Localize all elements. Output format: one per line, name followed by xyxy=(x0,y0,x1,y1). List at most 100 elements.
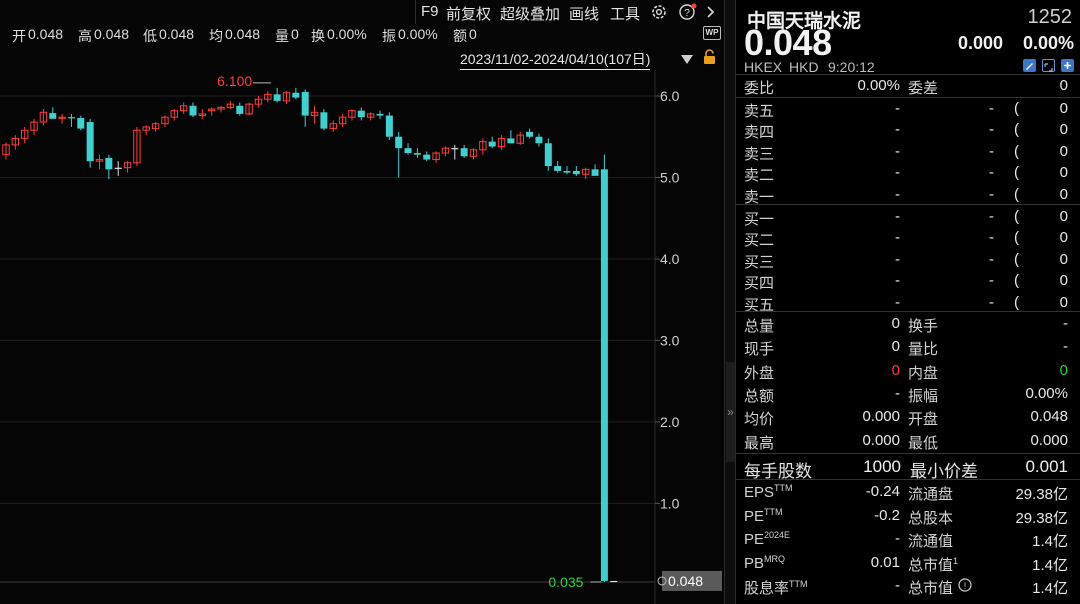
draw-line-button[interactable]: 画线 xyxy=(569,3,599,24)
kline-chart-panel[interactable]: 6.0 5.0 4.0 3.0 2.0 1.0 6.100 0.035 0.048 F9 前复权… xyxy=(0,0,724,604)
dropdown-triangle-icon[interactable] xyxy=(681,52,693,70)
fund-label-suffix: TTM xyxy=(789,579,808,590)
candle-body xyxy=(423,154,431,160)
ask-price: - xyxy=(895,100,900,117)
candle-body xyxy=(460,148,468,157)
stat-label: 总量 xyxy=(744,318,775,335)
trade-stat-row: 最高 0.000 最低 0.000 xyxy=(736,430,1080,453)
fund-value: 1.4亿 xyxy=(1032,556,1068,574)
fund-value: 0.01 xyxy=(870,553,900,571)
stat-label: 均价 xyxy=(744,411,775,429)
date-range-text[interactable]: 2023/11/02-2024/04/10(107日) xyxy=(460,49,651,70)
fund-value: 1.4亿 xyxy=(1032,580,1068,598)
candle-body xyxy=(67,117,75,119)
date-range-selector[interactable]: 2023/11/02-2024/04/10(107日) xyxy=(440,48,724,70)
bid-order-count: 0 xyxy=(1059,272,1068,290)
expand-icon[interactable] xyxy=(1042,59,1055,72)
svg-text:!: ! xyxy=(964,581,967,591)
candle-body xyxy=(320,112,328,129)
ask-order-count: 0 xyxy=(1059,100,1068,117)
gear-icon[interactable] xyxy=(650,3,670,21)
low-value: 0.048 xyxy=(159,26,195,42)
fund-label-suffix: 2024E xyxy=(764,530,791,541)
ask-volume: - xyxy=(989,100,994,117)
candle-body xyxy=(105,157,113,170)
candle-body xyxy=(404,148,412,154)
bid-level-row: 买三 - - ( 0 xyxy=(744,250,1068,271)
fund-label: 流通值 xyxy=(908,533,954,551)
amount-value: 0 xyxy=(469,26,477,42)
currency-tag: HKD xyxy=(789,59,819,75)
stat-value: - xyxy=(895,384,900,402)
info-icon[interactable]: ! xyxy=(958,578,972,597)
fundamental-row: PETTM -0.2 总股本 29.38亿 xyxy=(736,505,1080,528)
trade-stat-row: 外盘 0 内盘 0 xyxy=(736,360,1080,383)
collapse-handle-icon[interactable]: » xyxy=(726,362,735,462)
vol-value: 0 xyxy=(291,26,299,42)
y-tick-label: 4.0 xyxy=(660,251,680,267)
stat-label: 换手 xyxy=(908,318,939,335)
candle-body xyxy=(273,94,281,101)
stat-label: 开盘 xyxy=(908,411,939,429)
weicha-value: 0 xyxy=(1059,77,1068,94)
ask-level-row: 卖五 - - ( 0 xyxy=(744,100,1068,120)
candlestick-chart[interactable]: 6.0 5.0 4.0 3.0 2.0 1.0 6.100 0.035 0.048 xyxy=(0,0,724,604)
market-tag: HKEX xyxy=(744,59,783,75)
panel-divider[interactable]: » xyxy=(724,0,736,604)
ask-level-row: 卖二 - - ( 0 xyxy=(744,164,1068,185)
y-tick-label: 5.0 xyxy=(660,169,680,185)
weibi-label: 委比 xyxy=(744,80,775,97)
wp-badge[interactable]: WP xyxy=(703,26,721,40)
weibi-value: 0.00% xyxy=(857,77,900,94)
chevron-right-icon[interactable] xyxy=(704,3,724,21)
f9-button[interactable]: F9 xyxy=(421,3,439,20)
fundamental-row: PBMRQ 0.01 总市值1 1.4亿 xyxy=(736,552,1080,575)
tools-button[interactable]: 工具 xyxy=(610,3,640,24)
fund-label: PB xyxy=(744,554,765,572)
adjust-button[interactable]: 前复权 xyxy=(446,3,491,24)
ask-order-count: 0 xyxy=(1059,121,1068,139)
candle-body xyxy=(395,136,403,149)
fund-value: 29.38亿 xyxy=(1015,486,1068,503)
candle-body xyxy=(563,170,571,173)
trade-stat-row: 总量 0 换手 - xyxy=(736,313,1080,336)
candle-body xyxy=(77,117,85,129)
ask-price: - xyxy=(895,164,900,182)
candle-body xyxy=(488,141,496,147)
overlay-button[interactable]: 超级叠加 xyxy=(500,3,560,24)
divider-line xyxy=(736,204,1080,205)
add-icon[interactable] xyxy=(1061,59,1074,72)
fund-value: - xyxy=(895,530,900,548)
stat-label: 最高 xyxy=(744,434,775,452)
candle-body xyxy=(544,143,552,167)
ask-level-label: 卖五 xyxy=(744,103,775,120)
fund-label: PE xyxy=(744,507,765,525)
lock-icon[interactable] xyxy=(702,49,718,70)
svg-text:?: ? xyxy=(684,8,690,19)
bid-volume: - xyxy=(989,293,994,311)
fund-value: 29.38亿 xyxy=(1015,509,1068,527)
low-marker-label: 0.035 xyxy=(548,574,583,590)
y-tick-label: 1.0 xyxy=(660,495,680,511)
high-label: 高 xyxy=(78,28,92,44)
ask-volume: - xyxy=(989,121,994,139)
amount-label: 额 xyxy=(453,28,467,44)
fund-label-suffix: TTM xyxy=(774,483,793,493)
edit-icon[interactable] xyxy=(1023,59,1036,72)
stat-label: 内盘 xyxy=(908,364,939,382)
bid-level-row: 买四 - - ( 0 xyxy=(744,272,1068,293)
candle-body xyxy=(301,91,309,116)
amplitude-label: 振 xyxy=(382,28,396,44)
fund-label: 股息率 xyxy=(744,580,790,598)
fund-label: 总股本 xyxy=(908,509,954,527)
avg-label: 均 xyxy=(209,28,223,44)
bid-level-row: 买二 - - ( 0 xyxy=(744,229,1068,250)
turnover-label: 换 xyxy=(311,28,325,44)
ask-volume: - xyxy=(989,142,994,160)
help-icon[interactable]: ? xyxy=(678,3,698,21)
candle-body xyxy=(114,167,122,169)
stat-value: 0.000 xyxy=(862,408,900,426)
stat-value: 0.048 xyxy=(1030,408,1068,426)
stat-label: 量比 xyxy=(908,341,939,359)
candle-body xyxy=(292,92,300,98)
